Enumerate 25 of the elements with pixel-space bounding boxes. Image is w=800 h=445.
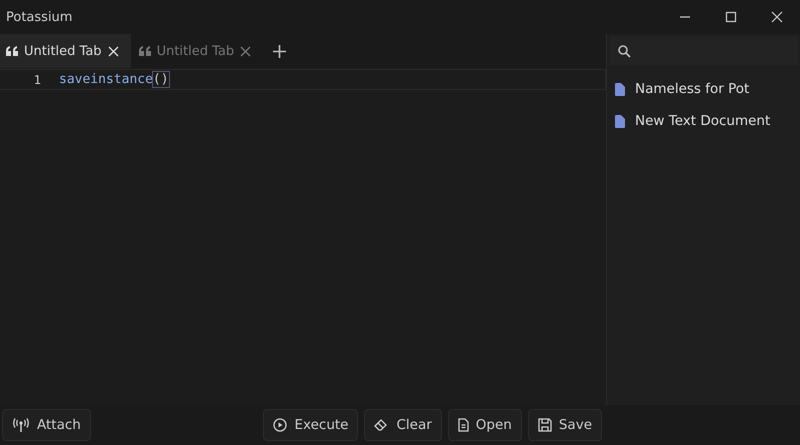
close-icon [771, 11, 783, 23]
open-button[interactable]: Open [448, 409, 522, 441]
editor-tab[interactable]: Untitled Tab [0, 34, 131, 68]
search-field[interactable] [610, 37, 798, 65]
document-icon [458, 418, 469, 432]
file-item[interactable]: New Text Document [607, 105, 800, 137]
save-button[interactable]: Save [528, 409, 602, 441]
document-icon [615, 82, 625, 96]
maximize-icon [725, 11, 737, 23]
quote-icon [6, 46, 18, 56]
execute-button[interactable]: Execute [263, 409, 358, 441]
line-number: 1 [32, 72, 42, 86]
editor-tab[interactable]: Untitled Tab [132, 34, 264, 68]
code-line: saveinstance() [59, 72, 169, 87]
search-icon [618, 44, 631, 58]
eraser-icon [374, 418, 390, 432]
attach-button[interactable]: Attach [2, 409, 91, 441]
document-icon [615, 114, 625, 128]
quote-icon [138, 46, 151, 56]
file-item[interactable]: Nameless for Pot [607, 73, 800, 105]
clear-button[interactable]: Clear [364, 409, 442, 441]
antenna-icon [12, 418, 30, 432]
add-tab-icon[interactable] [273, 44, 286, 58]
window-title: Potassium [5, 10, 72, 24]
play-icon [273, 418, 288, 432]
